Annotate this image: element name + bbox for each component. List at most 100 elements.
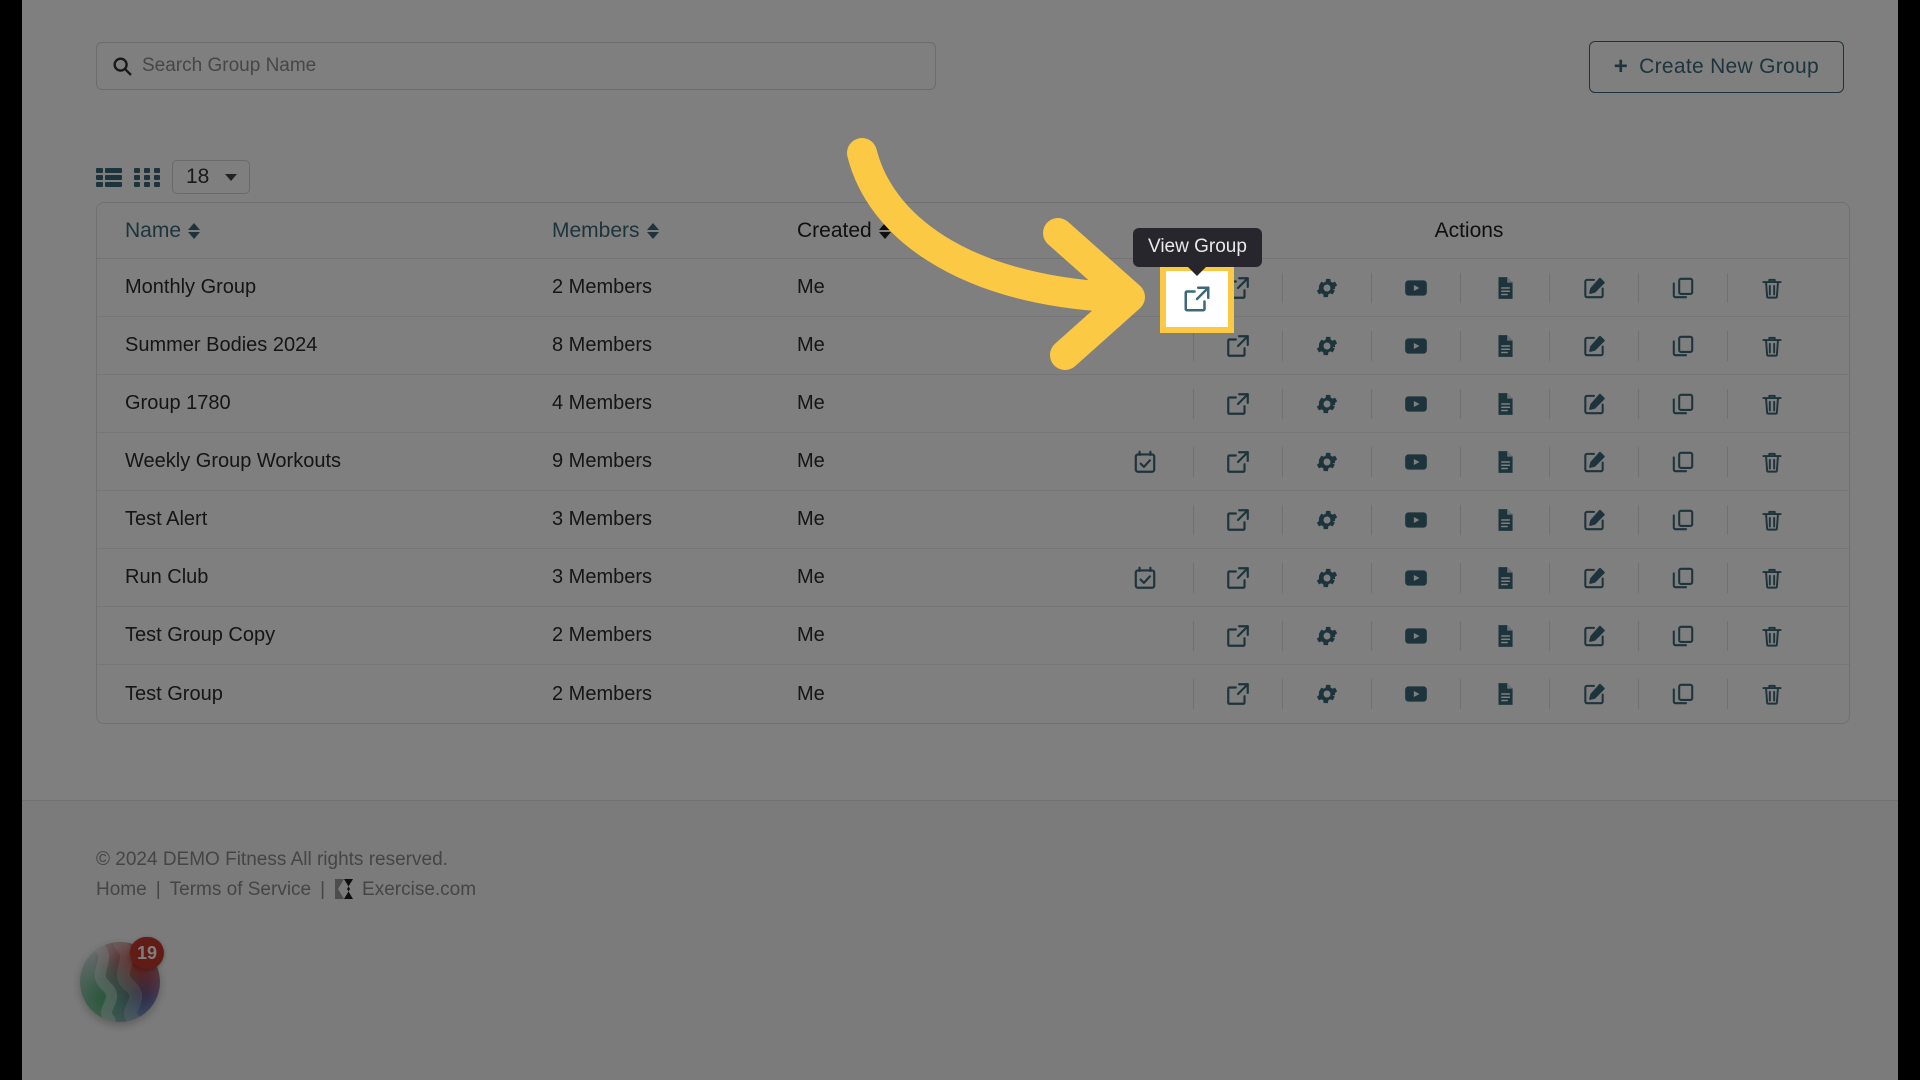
copy-icon[interactable]: [1670, 391, 1696, 417]
per-page-dropdown[interactable]: 18: [172, 160, 251, 194]
footer-links: Home | Terms of Service | Exercise.com: [96, 877, 476, 903]
create-new-group-button[interactable]: + Create New Group: [1588, 41, 1844, 93]
video-icon[interactable]: [1403, 391, 1429, 417]
gear-icon[interactable]: [1314, 391, 1340, 417]
group-name-text: Weekly Group Workouts: [125, 450, 342, 472]
video-icon[interactable]: [1403, 275, 1429, 301]
video-icon[interactable]: [1403, 623, 1429, 649]
video-icon[interactable]: [1403, 333, 1429, 359]
document-icon[interactable]: [1492, 565, 1518, 591]
trash-icon[interactable]: [1759, 391, 1785, 417]
video-icon[interactable]: [1403, 507, 1429, 533]
cell-actions: [1097, 679, 1849, 709]
edit-icon[interactable]: [1581, 681, 1607, 707]
copy-icon[interactable]: [1670, 623, 1696, 649]
copy-icon[interactable]: [1670, 507, 1696, 533]
copy-icon[interactable]: [1670, 681, 1696, 707]
video-icon[interactable]: [1403, 449, 1429, 475]
cell-actions: [1097, 562, 1849, 593]
calendar-check-icon[interactable]: [1132, 449, 1158, 475]
trash-icon[interactable]: [1759, 507, 1785, 533]
action-slot: [1372, 681, 1460, 707]
search-box[interactable]: [96, 42, 936, 90]
gear-icon[interactable]: [1314, 275, 1340, 301]
edit-icon[interactable]: [1581, 507, 1607, 533]
document-icon[interactable]: [1492, 449, 1518, 475]
list-view-icon[interactable]: [96, 166, 122, 188]
document-icon[interactable]: [1492, 391, 1518, 417]
gear-icon[interactable]: [1314, 333, 1340, 359]
group-name-text: Test Group Copy: [125, 624, 276, 646]
footer-home-link[interactable]: Home: [96, 877, 147, 903]
table-row: Test Group Copy 2 Members Me: [97, 607, 1849, 665]
copy-icon[interactable]: [1670, 449, 1696, 475]
video-icon[interactable]: [1403, 681, 1429, 707]
calendar-check-icon[interactable]: [1132, 565, 1158, 591]
external-link-icon[interactable]: [1225, 565, 1251, 591]
edit-icon[interactable]: [1581, 623, 1607, 649]
cell-actions: [1097, 620, 1849, 651]
document-icon[interactable]: [1492, 333, 1518, 359]
external-link-icon[interactable]: [1225, 333, 1251, 359]
action-slot: [1283, 681, 1371, 707]
document-icon[interactable]: [1492, 681, 1518, 707]
external-link-icon[interactable]: [1225, 391, 1251, 417]
exercise-logo-icon: [334, 878, 358, 900]
action-slot: [1372, 391, 1460, 417]
external-link-icon[interactable]: [1225, 449, 1251, 475]
document-icon[interactable]: [1492, 623, 1518, 649]
footer-exercise-link[interactable]: Exercise.com: [362, 877, 476, 903]
trash-icon[interactable]: [1759, 565, 1785, 591]
group-name-text: Test Group: [125, 682, 223, 705]
edit-icon[interactable]: [1581, 565, 1607, 591]
sort-name-button[interactable]: Name: [125, 219, 201, 243]
copy-icon[interactable]: [1670, 565, 1696, 591]
header-cell-name: Name: [97, 219, 552, 243]
action-slot: [1728, 507, 1816, 533]
external-link-icon[interactable]: [1225, 623, 1251, 649]
created-text: Me: [797, 450, 825, 472]
cell-members: 3 Members: [552, 508, 797, 531]
sort-arrows-icon: [188, 222, 201, 239]
gear-icon[interactable]: [1314, 507, 1340, 533]
table-body: Monthly Group 2 Members Me Summer Bodies 20…: [97, 259, 1849, 723]
external-link-icon[interactable]: [1182, 284, 1212, 314]
external-link-icon[interactable]: [1225, 681, 1251, 707]
cell-members: 2 Members: [552, 276, 797, 299]
sort-created-button[interactable]: Created: [797, 219, 891, 243]
action-slot: [1550, 449, 1638, 475]
edit-icon[interactable]: [1581, 333, 1607, 359]
trash-icon[interactable]: [1759, 275, 1785, 301]
action-slot: [1194, 391, 1282, 417]
gear-icon[interactable]: [1314, 623, 1340, 649]
document-icon[interactable]: [1492, 507, 1518, 533]
gear-icon[interactable]: [1314, 565, 1340, 591]
gear-icon[interactable]: [1314, 449, 1340, 475]
header-cell-created: Created: [797, 219, 1097, 243]
gear-icon[interactable]: [1314, 681, 1340, 707]
external-link-icon[interactable]: [1225, 507, 1251, 533]
trash-icon[interactable]: [1759, 449, 1785, 475]
action-slot: [1372, 623, 1460, 649]
edit-icon[interactable]: [1581, 449, 1607, 475]
copy-icon[interactable]: [1670, 333, 1696, 359]
action-slot: [1372, 507, 1460, 533]
copy-icon[interactable]: [1670, 275, 1696, 301]
trash-icon[interactable]: [1759, 681, 1785, 707]
edit-icon[interactable]: [1581, 391, 1607, 417]
footer-terms-link[interactable]: Terms of Service: [170, 877, 311, 903]
document-icon[interactable]: [1492, 275, 1518, 301]
screenshot-stage: + Create New Group: [0, 0, 1920, 1080]
trash-icon[interactable]: [1759, 623, 1785, 649]
action-slot: [1550, 565, 1638, 591]
action-slot: [1372, 565, 1460, 591]
action-slot: [1639, 565, 1727, 591]
edit-icon[interactable]: [1581, 275, 1607, 301]
cell-created: Me: [797, 624, 1097, 647]
search-input[interactable]: [142, 55, 921, 77]
trash-icon[interactable]: [1759, 333, 1785, 359]
video-icon[interactable]: [1403, 565, 1429, 591]
chat-widget[interactable]: 19: [80, 937, 164, 1022]
sort-members-button[interactable]: Members: [552, 219, 659, 243]
grid-view-icon[interactable]: [134, 166, 160, 188]
